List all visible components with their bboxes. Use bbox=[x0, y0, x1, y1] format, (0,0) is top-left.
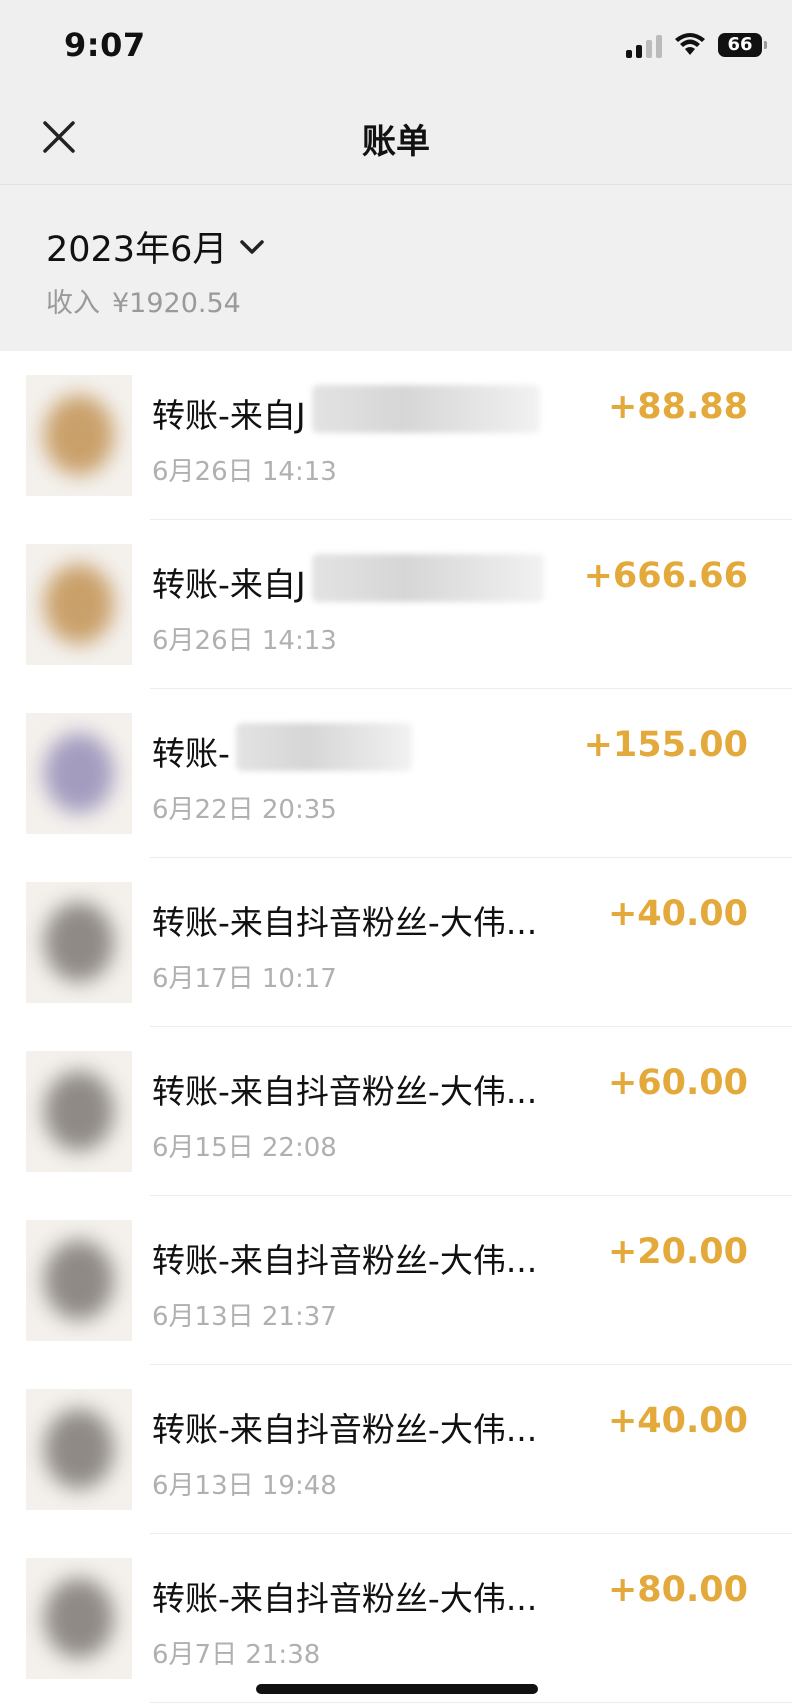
transaction-title: 转账-来自J bbox=[152, 565, 306, 604]
transaction-amount: +666.66 bbox=[583, 556, 748, 596]
avatar bbox=[26, 544, 132, 665]
avatar bbox=[26, 1051, 132, 1172]
transaction-amount: +20.00 bbox=[607, 1232, 748, 1272]
transaction-amount: +60.00 bbox=[607, 1063, 748, 1103]
transaction-title: 转账-来自抖音粉丝-大伟... bbox=[152, 903, 538, 942]
redacted-name bbox=[236, 723, 412, 771]
transaction-amount: +40.00 bbox=[607, 894, 748, 934]
chevron-down-icon bbox=[240, 239, 265, 254]
transaction-date: 6月26日 14:13 bbox=[152, 626, 337, 656]
wifi-icon bbox=[675, 33, 705, 55]
income-summary: 收入 ¥1920.54 bbox=[46, 281, 241, 320]
cellular-signal-icon bbox=[626, 32, 662, 58]
transaction-date: 6月13日 19:48 bbox=[152, 1471, 337, 1501]
transaction-date: 6月17日 10:17 bbox=[152, 964, 337, 994]
transaction-title: 转账-来自抖音粉丝-大伟... bbox=[152, 1410, 538, 1449]
bill-summary: 2023年6月 收入 ¥1920.54 bbox=[0, 185, 792, 351]
transaction-row[interactable]: 转账-来自J 6月26日 14:13 +88.88 bbox=[0, 351, 792, 520]
row-divider bbox=[150, 1702, 792, 1703]
transaction-date: 6月22日 20:35 bbox=[152, 795, 337, 825]
transaction-amount: +155.00 bbox=[583, 725, 748, 765]
transaction-row[interactable]: 转账-来自抖音粉丝-大伟... 6月17日 10:17 +40.00 bbox=[0, 858, 792, 1027]
month-label: 2023年6月 bbox=[46, 230, 228, 270]
income-amount: ¥1920.54 bbox=[112, 288, 241, 319]
avatar bbox=[26, 375, 132, 496]
income-label: 收入 bbox=[46, 288, 100, 319]
redacted-name bbox=[312, 554, 544, 602]
avatar bbox=[26, 1220, 132, 1341]
nav-bar: 账单 bbox=[0, 90, 792, 185]
transaction-title: 转账- bbox=[152, 734, 230, 773]
transaction-date: 6月26日 14:13 bbox=[152, 457, 337, 487]
month-selector[interactable]: 2023年6月 bbox=[46, 221, 265, 272]
avatar bbox=[26, 1389, 132, 1510]
battery-icon: 66 bbox=[718, 33, 767, 57]
status-time: 9:07 bbox=[64, 26, 146, 64]
transaction-amount: +88.88 bbox=[607, 387, 748, 427]
transaction-row[interactable]: 转账-来自抖音粉丝-大伟... 6月13日 19:48 +40.00 bbox=[0, 1365, 792, 1534]
transaction-row[interactable]: 转账-来自抖音粉丝-大伟... 6月15日 22:08 +60.00 bbox=[0, 1027, 792, 1196]
transaction-row[interactable]: 转账-来自J 6月26日 14:13 +666.66 bbox=[0, 520, 792, 689]
status-bar: 9:07 66 bbox=[0, 0, 792, 90]
transaction-date: 6月13日 21:37 bbox=[152, 1302, 337, 1332]
transaction-amount: +40.00 bbox=[607, 1401, 748, 1441]
transaction-date: 6月15日 22:08 bbox=[152, 1133, 337, 1163]
transaction-date: 6月7日 21:38 bbox=[152, 1640, 321, 1670]
transaction-title: 转账-来自J bbox=[152, 396, 306, 435]
avatar bbox=[26, 713, 132, 834]
transaction-row[interactable]: 转账-来自抖音粉丝-大伟... 6月13日 21:37 +20.00 bbox=[0, 1196, 792, 1365]
home-indicator bbox=[256, 1684, 538, 1694]
battery-level: 66 bbox=[727, 34, 753, 55]
page-title: 账单 bbox=[362, 122, 430, 162]
redacted-name bbox=[312, 385, 540, 433]
transaction-list: 转账-来自J 6月26日 14:13 +88.88 转账-来自J 6月26日 14:13… bbox=[0, 351, 792, 1708]
transaction-title: 转账-来自抖音粉丝-大伟... bbox=[152, 1241, 538, 1280]
transaction-row[interactable]: 转账-来自抖音粉丝-大伟... 6月7日 21:38 +80.00 bbox=[0, 1534, 792, 1703]
status-icons: 66 bbox=[626, 30, 767, 60]
transaction-row[interactable]: 转账- 6月22日 20:35 +155.00 bbox=[0, 689, 792, 858]
transaction-title: 转账-来自抖音粉丝-大伟... bbox=[152, 1579, 538, 1618]
avatar bbox=[26, 882, 132, 1003]
avatar bbox=[26, 1558, 132, 1679]
transaction-amount: +80.00 bbox=[607, 1570, 748, 1610]
transaction-title: 转账-来自抖音粉丝-大伟... bbox=[152, 1072, 538, 1111]
